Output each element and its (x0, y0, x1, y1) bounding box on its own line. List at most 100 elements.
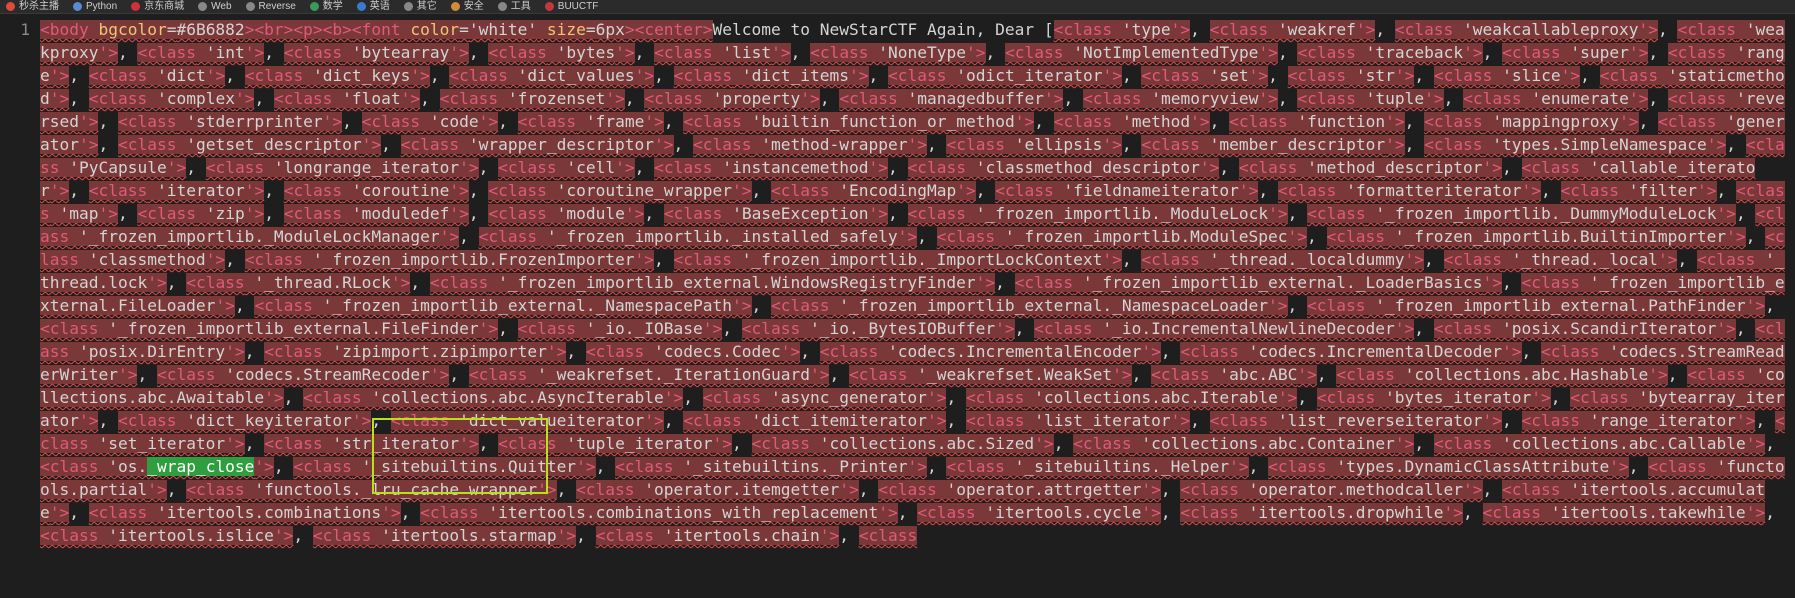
class-entry: <class 'cell'>, (498, 158, 655, 177)
bookmark-label: 数学 (322, 0, 343, 12)
bookmark-item[interactable]: 秒杀主播 (6, 1, 59, 13)
class-tag: <class '_io._IOBase'> (517, 319, 723, 338)
class-tag: <class '_frozen_importlib_external.FileF… (40, 319, 499, 338)
class-entry: <class 'itertools.takewhile'>, (1482, 503, 1775, 522)
color-value: 'white' (468, 20, 538, 39)
class-tag: <class 'range_iterator'> (1521, 411, 1756, 430)
class-entry: <class '_thread._localdummy'>, (1141, 250, 1444, 269)
class-entry: <class 'operator.methodcaller'>, (1180, 480, 1503, 499)
class-tag: <class 'list_reverseiterator'> (1209, 411, 1503, 430)
class-tag: <class 'enumerate'> (1463, 89, 1649, 108)
bookmark-label: 秒杀主播 (19, 0, 59, 12)
class-entry: <class 'zipimport.zipimporter'>, (264, 342, 586, 361)
bookmark-item[interactable]: 京东商城 (131, 1, 184, 13)
bookmark-label: BUUCTF (557, 0, 599, 12)
class-tag: <class '_thread._local'> (1443, 250, 1678, 269)
bookmark-item[interactable]: Python (73, 1, 117, 13)
bookmark-item[interactable]: 工具 (497, 1, 531, 13)
class-tag: <class 'operator.attrgetter'> (878, 480, 1161, 499)
class-tag: <class 'property'> (644, 89, 820, 108)
code-line[interactable]: <body bgcolor=#6B6882><br><p><b><font co… (40, 18, 1792, 547)
class-tag: <class 'complex'> (88, 89, 255, 108)
class-tag: <class 'instancemethod'> (654, 158, 888, 177)
class-entry: <class 'itertools.dropwhile'>, (1180, 503, 1483, 522)
class-entry: <class 'dict'>, (88, 66, 245, 85)
bookmark-item[interactable]: 数学 (309, 0, 343, 13)
class-tag: <class 'method-wrapper'> (693, 135, 927, 154)
class-tag: <class 'dict_values'> (449, 66, 655, 85)
class-entry: <class '_frozen_importlib.ModuleSpec'>, (936, 227, 1327, 246)
class-tag: <class '_frozen_importlib._installed_saf… (478, 227, 918, 246)
class-entry: <class 'posix.ScandirIterator'>, (1433, 319, 1756, 338)
class-entry: <class 'itertools.cycle'>, (917, 503, 1181, 522)
class-tag: <class 'itertools.combinations_with_repl… (420, 503, 898, 522)
class-entry: <class 'str'>, (1287, 66, 1434, 85)
color-attr: color (400, 20, 460, 39)
class-entry: <class 'functools._lru_cache_wrapper'>, (186, 480, 577, 499)
class-entry: <class 'formatteriterator'>, (1277, 181, 1561, 200)
bookmark-item[interactable]: 其它 (403, 1, 437, 13)
class-tag: <class 'set'> (1141, 66, 1269, 85)
bookmark-item[interactable]: Reverse (245, 1, 296, 13)
class-tag: <class 'itertools.combinations'> (88, 503, 401, 522)
class-entry: <class 'wrapper_descriptor'>, (400, 135, 694, 154)
class-entry: <class 'zip'>, (137, 204, 284, 223)
bookmark-item[interactable]: BUUCTF (544, 0, 599, 13)
class-tag: <class 'zipimport.zipimporter'> (264, 342, 567, 361)
class-entry: <class 'EncodingMap'>, (771, 181, 996, 200)
class-entry: <class 'BaseException'>, (663, 204, 908, 223)
class-tag: <class '_weakrefset._IterationGuard'> (468, 365, 830, 384)
bookmark-icon (403, 2, 413, 11)
bookmark-item[interactable]: 安全 (450, 0, 484, 13)
class-entry: <class 'operator.attrgetter'>, (878, 480, 1181, 499)
class-entry: <class '_frozen_importlib._DummyModuleLo… (1307, 204, 1756, 223)
class-tag: <class 'codecs.Codec'> (585, 342, 801, 361)
class-tag: <class '_thread._localdummy'> (1141, 250, 1425, 269)
class-entry: <class 'dict_values'>, (449, 66, 674, 85)
class-tag: <class '_io.IncrementalNewlineDecoder'> (1034, 319, 1415, 338)
class-entry: <class '_frozen_importlib._installed_saf… (478, 227, 937, 246)
class-tag: <class 'abc.ABC'> (1151, 365, 1317, 384)
code-editor[interactable]: 1 <body bgcolor=#6B6882><br><p><b><font … (0, 18, 1795, 598)
class-list: <class 'type'>, <class 'weakref'>, <clas… (40, 20, 1785, 545)
class-tag: <class 'traceback'> (1297, 43, 1483, 62)
class-entry: <class 'odict_iterator'>, (888, 66, 1142, 85)
class-entry: <class '_frozen_importlib._ModuleLock'>, (907, 204, 1308, 223)
size-attr: size (537, 20, 586, 39)
class-entry: <class '_weakrefset._IterationGuard'>, (468, 365, 849, 384)
class-tag: <class 'NotImplementedType'> (1005, 43, 1278, 62)
bookmark-item[interactable]: 英语 (356, 1, 390, 13)
class-entry: <class 'moduledef'>, (283, 204, 489, 223)
class-tag: <class 'types.SimpleNamespace'> (1424, 135, 1727, 154)
class-tag: <class 'codecs.IncrementalDecoder'> (1180, 342, 1522, 361)
class-entry: <class '_io._BytesIOBuffer'>, (741, 319, 1035, 338)
class-tag: <class 'collections.abc.Sized'> (751, 434, 1054, 453)
class-entry: <class 'list_iterator'>, (965, 411, 1210, 430)
class-tag: <class 'dict'> (88, 66, 226, 85)
class-entry: <class 'memoryview'>, (1082, 89, 1298, 108)
font-open: <font (351, 20, 401, 39)
class-entry: <class 'ellipsis'>, (946, 135, 1142, 154)
class-tag: <class 'collections.abc.Hashable'> (1336, 365, 1668, 384)
class-entry: <class 'weakcallableproxy'>, (1394, 20, 1678, 39)
class-tag: <class 'iterator'> (88, 181, 265, 200)
search-match: _wrap_close (147, 457, 255, 476)
bookmark-label: Python (86, 0, 118, 12)
class-tag: <class 'coroutine'> (283, 181, 469, 200)
bookmark-item[interactable]: Web (198, 1, 232, 13)
class-tag: <class 'classmethod_descriptor'> (907, 158, 1220, 177)
class-entry: <class 'operator.itemgetter'>, (576, 480, 879, 499)
class-tag: <class 'collections.abc.Iterable'> (965, 388, 1298, 407)
class-entry: <class '_frozen_importlib_external._Name… (771, 296, 1308, 315)
bookmark-icon (309, 2, 319, 11)
class-tag: <class 'code'> (361, 112, 499, 131)
class-entry: <class '_frozen_importlib_external.PathF… (1307, 296, 1775, 315)
class-entry: <class 'iterator'>, (88, 181, 284, 200)
class-tag: <class 'formatteriterator'> (1277, 181, 1542, 200)
class-tag: <class 'functools._lru_cache_wrapper'> (186, 480, 557, 499)
class-entry: <class 'method_descriptor'>, (1238, 158, 1522, 177)
class-entry: <class 'set'>, (1141, 66, 1288, 85)
class-entry: <class 'list'>, (654, 43, 811, 62)
bookmark-label: 安全 (463, 0, 484, 12)
class-tag: <class 'itertools.dropwhile'> (1180, 503, 1464, 522)
